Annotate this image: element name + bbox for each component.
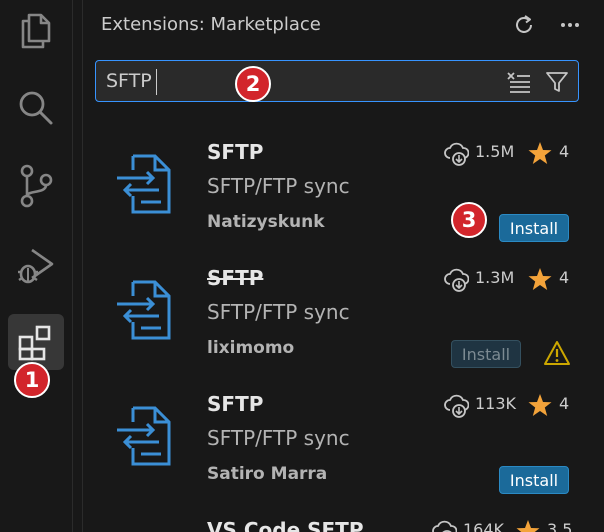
vscode-window: 1 Extensions: Marketplace SFTP 2 SFTP SF… [0, 0, 604, 532]
extension-name-deprecated: SFTP [207, 266, 264, 290]
more-actions-icon[interactable] [555, 10, 585, 40]
extension-item[interactable]: VS Code SFTP 164K 3.5 [83, 506, 604, 532]
extension-publisher: Satiro Marra [207, 464, 328, 484]
install-button[interactable]: Install [499, 466, 569, 494]
panel-title: Extensions: Marketplace [101, 14, 321, 35]
star-icon [528, 394, 552, 416]
sftp-extension-icon [117, 154, 171, 214]
extension-publisher: liximomo [207, 338, 295, 358]
star-icon [528, 268, 552, 290]
extension-publisher: Natizyskunk [207, 212, 325, 232]
explorer-icon[interactable] [14, 8, 58, 52]
run-debug-icon[interactable] [14, 244, 58, 288]
warning-icon[interactable] [543, 340, 571, 366]
extension-name: SFTP [207, 392, 264, 416]
sftp-extension-icon [117, 406, 171, 466]
filter-icon[interactable] [542, 67, 572, 97]
star-icon [528, 142, 552, 164]
download-count: 113K [475, 394, 517, 413]
download-cloud-icon [432, 520, 457, 532]
source-control-icon[interactable] [14, 164, 58, 208]
extensions-panel: Extensions: Marketplace SFTP 2 SFTP SFTP… [82, 0, 604, 532]
step-1-badge: 1 [14, 362, 50, 398]
extension-name: SFTP [207, 140, 264, 164]
download-cloud-icon [444, 268, 469, 292]
extension-item[interactable]: SFTP SFTP/FTP sync Natizyskunk 1.5M 4 In… [83, 128, 604, 254]
activity-bar: 1 [0, 0, 73, 532]
step-3-badge: 3 [451, 202, 487, 238]
install-button[interactable]: Install [499, 214, 569, 242]
text-caret [156, 69, 157, 95]
search-input[interactable] [106, 67, 486, 95]
extension-description: SFTP/FTP sync [207, 174, 350, 198]
install-button-disabled: Install [451, 340, 521, 368]
extension-description: SFTP/FTP sync [207, 426, 350, 450]
download-count: 1.3M [475, 268, 515, 287]
rating-value: 4 [559, 268, 570, 287]
clear-filter-icon[interactable] [504, 67, 534, 97]
search-box [95, 60, 579, 102]
rating-value: 3.5 [547, 520, 573, 532]
search-icon[interactable] [14, 86, 58, 130]
star-icon [516, 520, 540, 532]
rating-value: 4 [559, 394, 570, 413]
sftp-extension-icon [117, 280, 171, 340]
download-cloud-icon [444, 394, 469, 418]
step-2-badge: 2 [235, 66, 271, 102]
extension-item[interactable]: SFTP SFTP/FTP sync Satiro Marra 113K 4 I… [83, 380, 604, 506]
extension-item[interactable]: SFTP SFTP/FTP sync liximomo 1.3M 4 Insta… [83, 254, 604, 380]
extension-name: VS Code SFTP [207, 518, 364, 532]
rating-value: 4 [559, 142, 570, 161]
download-count: 164K [463, 520, 505, 532]
download-cloud-icon [444, 142, 469, 166]
refresh-icon[interactable] [509, 10, 539, 40]
download-count: 1.5M [475, 142, 515, 161]
extension-description: SFTP/FTP sync [207, 300, 350, 324]
